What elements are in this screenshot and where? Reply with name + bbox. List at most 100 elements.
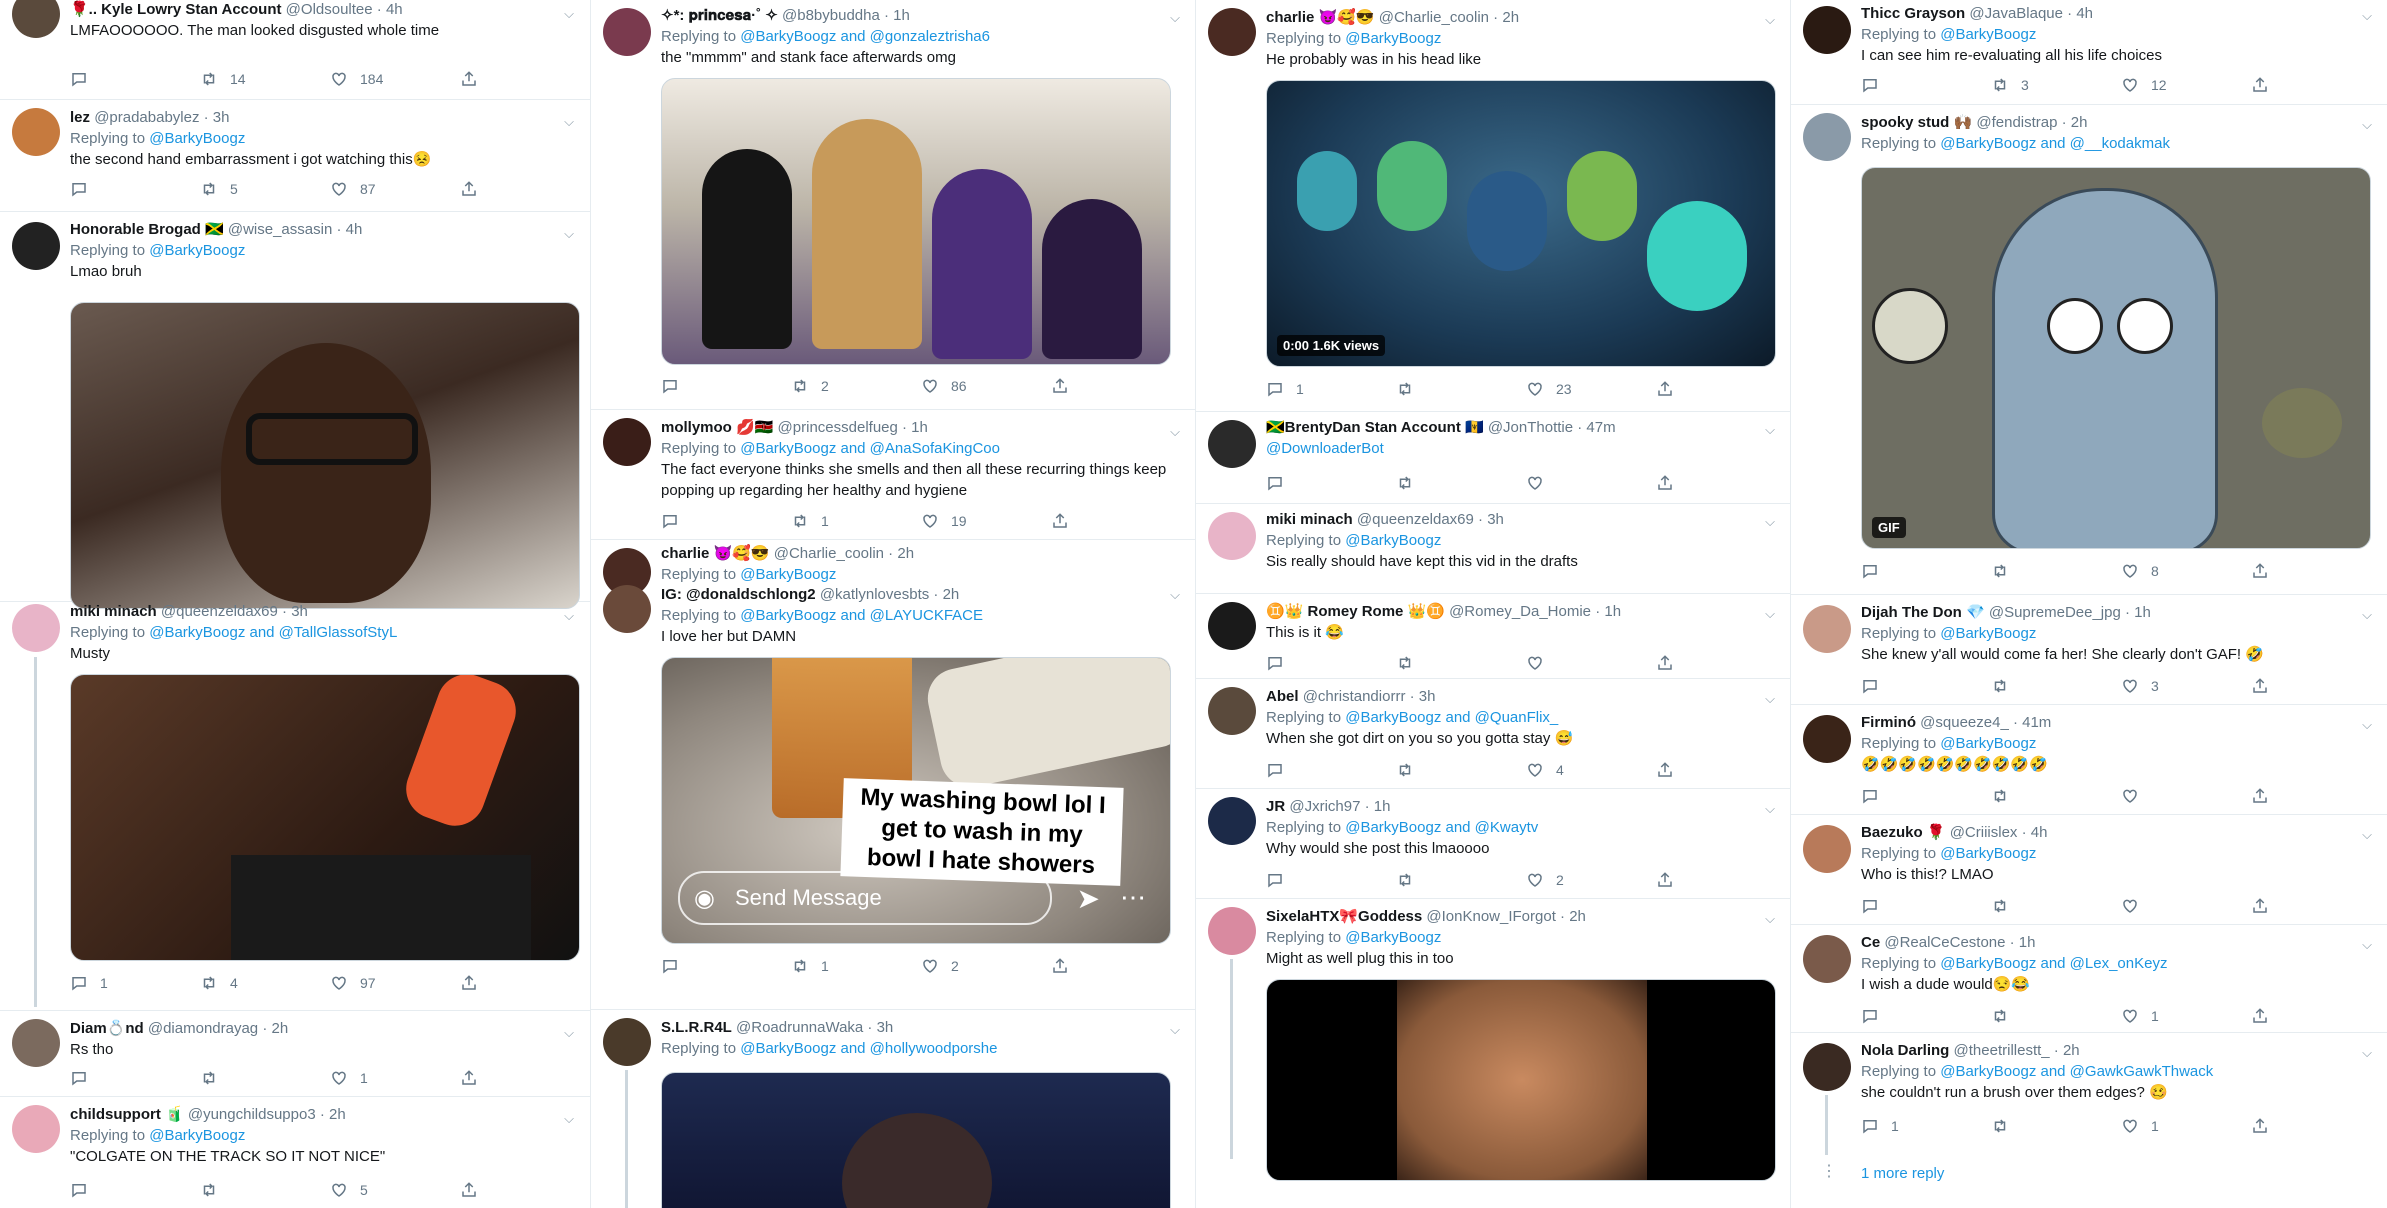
tweet-media-image[interactable]	[661, 78, 1171, 365]
author-name[interactable]: 🇯🇲BrentyDan Stan Account 🇧🇧	[1266, 419, 1484, 436]
tweet[interactable]: spooky stud 🙌🏾 @fendistrap · 2h Replying…	[1791, 105, 2387, 595]
chevron-down-icon[interactable]: ⌵	[2362, 117, 2372, 133]
tweet[interactable]: lez @pradababylez · 3h Replying to @Bark…	[0, 100, 590, 212]
share-button[interactable]	[460, 1069, 590, 1087]
chevron-down-icon[interactable]: ⌵	[2362, 937, 2372, 953]
like-button[interactable]: 19	[921, 512, 1051, 530]
avatar[interactable]	[1803, 6, 1851, 54]
like-button[interactable]: 3	[2121, 677, 2251, 695]
share-button[interactable]	[2251, 897, 2381, 915]
chevron-down-icon[interactable]: ⌵	[1765, 691, 1775, 707]
like-button[interactable]: 23	[1526, 380, 1656, 398]
retweet-button[interactable]	[1991, 1007, 2121, 1025]
mention-link[interactable]: @BarkyBoogz	[740, 566, 836, 583]
tweet[interactable]: miki minach @queenzeldax69 · 3h Replying…	[0, 602, 590, 1010]
tweet[interactable]: Ce @RealCeCestone · 1h Replying to @Bark…	[1791, 925, 2387, 1033]
avatar[interactable]	[12, 222, 60, 270]
retweet-button[interactable]: 14	[200, 70, 330, 88]
retweet-button[interactable]	[1991, 677, 2121, 695]
reply-button[interactable]	[1266, 761, 1396, 779]
share-button[interactable]	[2251, 76, 2381, 94]
avatar[interactable]	[603, 418, 651, 466]
chevron-down-icon[interactable]: ⌵	[2362, 607, 2372, 623]
reply-button[interactable]	[661, 512, 791, 530]
share-button[interactable]	[2251, 787, 2381, 805]
show-more-replies-link[interactable]: 1 more reply	[1861, 1165, 1944, 1182]
tweet[interactable]: Diam💍nd @diamondrayag · 2h Rs tho ⌵ 1	[0, 1010, 590, 1097]
chevron-down-icon[interactable]: ⌵	[1765, 606, 1775, 622]
chevron-down-icon[interactable]: ⌵	[564, 6, 574, 22]
retweet-button[interactable]	[1991, 1117, 2121, 1135]
mention-link[interactable]: @BarkyBoogz and @gonzaleztrisha6	[740, 28, 990, 45]
avatar[interactable]	[12, 0, 60, 38]
share-button[interactable]	[2251, 1117, 2381, 1135]
retweet-button[interactable]	[1396, 474, 1526, 492]
avatar[interactable]	[1208, 602, 1256, 650]
reply-button[interactable]	[661, 957, 791, 975]
chevron-down-icon[interactable]: ⌵	[564, 608, 574, 624]
tweet[interactable]: childsupport 🧃 @yungchildsuppo3 · 2h Rep…	[0, 1097, 590, 1207]
share-button[interactable]	[1656, 474, 1786, 492]
chevron-down-icon[interactable]: ⌵	[2362, 827, 2372, 843]
share-button[interactable]	[1051, 512, 1181, 530]
chevron-down-icon[interactable]: ⌵	[2362, 8, 2372, 24]
avatar[interactable]	[1208, 797, 1256, 845]
mention-link[interactable]: @BarkyBoogz and @GawkGawkThwack	[1940, 1063, 2213, 1080]
avatar[interactable]	[1803, 825, 1851, 873]
author-name[interactable]: charlie 😈🥰😎	[661, 545, 770, 562]
chevron-down-icon[interactable]: ⌵	[1170, 10, 1180, 26]
avatar[interactable]	[1208, 8, 1256, 56]
author-name[interactable]: JR	[1266, 798, 1285, 815]
retweet-button[interactable]	[1396, 761, 1526, 779]
avatar[interactable]	[12, 604, 60, 652]
share-button[interactable]	[1656, 871, 1786, 889]
avatar[interactable]	[1208, 687, 1256, 735]
tweet[interactable]: mollymoo 💋🇰🇪 @princessdelfueg · 1h Reply…	[591, 410, 1196, 540]
reply-button[interactable]	[1861, 677, 1991, 695]
avatar[interactable]	[1208, 512, 1256, 560]
author-name[interactable]: childsupport 🧃	[70, 1106, 184, 1123]
more-options-icon[interactable]: ⋯	[1120, 882, 1146, 913]
avatar[interactable]	[1803, 605, 1851, 653]
author-name[interactable]: Abel	[1266, 688, 1299, 705]
mention-link[interactable]: @BarkyBoogz and @AnaSofaKingCoo	[740, 440, 1000, 457]
tweet[interactable]: charlie 😈🥰😎 @Charlie_coolin · 2h Replyin…	[591, 540, 1196, 596]
reply-button[interactable]: 1	[1861, 1117, 1991, 1135]
chevron-down-icon[interactable]: ⌵	[2362, 1045, 2372, 1061]
avatar[interactable]	[1803, 715, 1851, 763]
avatar[interactable]	[1208, 420, 1256, 468]
tweet[interactable]: 🌹.. Kyle Lowry Stan Account @Oldsoultee …	[0, 0, 590, 100]
reply-button[interactable]	[1861, 76, 1991, 94]
mention-link[interactable]: @BarkyBoogz	[149, 130, 245, 147]
mention-link[interactable]: @BarkyBoogz and @LAYUCKFACE	[740, 607, 983, 624]
tweet[interactable]: charlie 😈🥰😎 @Charlie_coolin · 2h Replyin…	[1196, 0, 1791, 412]
author-name[interactable]: SixelaHTX🎀Goddess	[1266, 908, 1422, 925]
like-button[interactable]: 2	[1526, 871, 1656, 889]
share-button[interactable]	[460, 180, 590, 198]
retweet-button[interactable]	[1991, 787, 2121, 805]
avatar[interactable]	[603, 1018, 651, 1066]
like-button[interactable]: 184	[330, 70, 460, 88]
chevron-down-icon[interactable]: ⌵	[1170, 424, 1180, 440]
author-name[interactable]: charlie 😈🥰😎	[1266, 9, 1375, 26]
mention-link[interactable]: @BarkyBoogz	[149, 242, 245, 259]
tweet[interactable]: 🇯🇲BrentyDan Stan Account 🇧🇧 @JonThottie …	[1196, 412, 1791, 504]
like-button[interactable]	[1526, 654, 1656, 672]
chevron-down-icon[interactable]: ⌵	[1765, 422, 1775, 438]
share-button[interactable]	[1656, 654, 1786, 672]
like-button[interactable]: 5	[330, 1181, 460, 1199]
retweet-button[interactable]	[200, 1181, 330, 1199]
author-name[interactable]: Baezuko 🌹	[1861, 824, 1946, 841]
author-name[interactable]: mollymoo 💋🇰🇪	[661, 419, 773, 436]
mention-link[interactable]: @BarkyBoogz and @Kwaytv	[1345, 819, 1538, 836]
avatar[interactable]	[603, 585, 651, 633]
mention-link[interactable]: @BarkyBoogz and @hollywoodporshe	[740, 1040, 997, 1057]
tweet[interactable]: Firminó @squeeze4_ · 41m Replying to @Ba…	[1791, 705, 2387, 815]
tweet[interactable]: SixelaHTX🎀Goddess @IonKnow_IForgot · 2h …	[1196, 899, 1791, 1181]
share-button[interactable]	[2251, 677, 2381, 695]
share-button[interactable]	[1051, 957, 1181, 975]
reply-button[interactable]	[70, 1069, 200, 1087]
tweet-media-video[interactable]: 0:00 1.6K views	[1266, 80, 1776, 367]
author-name[interactable]: 🌹.. Kyle Lowry Stan Account	[70, 1, 282, 18]
reply-button[interactable]	[1861, 1007, 1991, 1025]
